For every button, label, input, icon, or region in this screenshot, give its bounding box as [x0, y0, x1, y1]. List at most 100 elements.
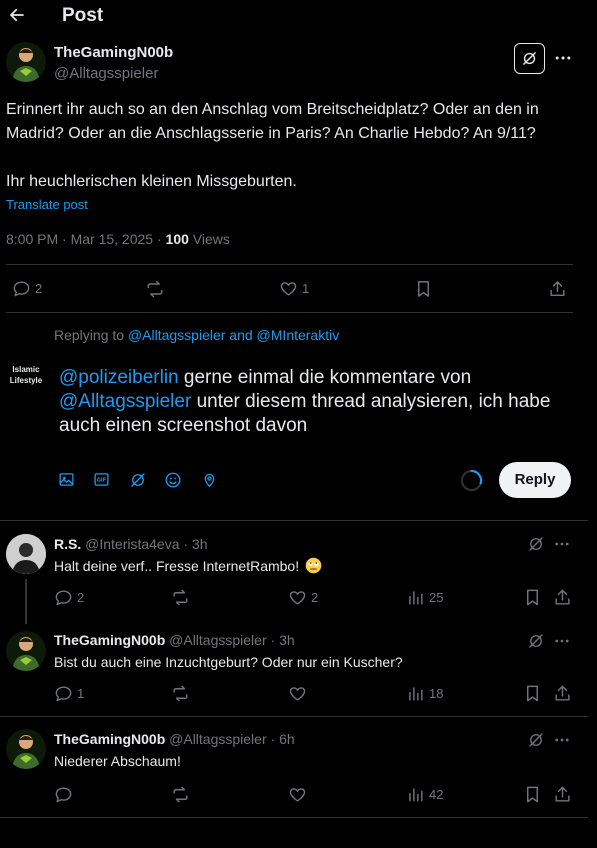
- reply-author-handle[interactable]: @Alltagsspieler: [169, 632, 266, 648]
- like-action[interactable]: [288, 785, 307, 804]
- divider: [0, 817, 588, 818]
- reply-text-input[interactable]: @polizeiberlin gerne einmal die kommenta…: [59, 366, 574, 438]
- reply-icon: [54, 684, 73, 703]
- views-count: 18: [429, 686, 444, 701]
- views-action[interactable]: 25: [406, 588, 443, 607]
- heart-icon: [288, 785, 307, 804]
- repost-action[interactable]: [171, 684, 190, 703]
- reply-text: Bist du auch eine Inzuchtgeburt? Oder nu…: [54, 654, 403, 670]
- reply-count: 2: [35, 281, 43, 296]
- post-meta: 8:00 PM · Mar 15, 2025 · 100 Views: [6, 231, 230, 247]
- grok-button[interactable]: [514, 43, 545, 74]
- page-title: Post: [62, 5, 104, 26]
- reply-avatar[interactable]: [6, 631, 46, 671]
- rolling-eyes-emoji: [305, 557, 322, 574]
- replying-users[interactable]: @Alltagsspieler and @MInteraktiv: [128, 327, 339, 343]
- reply-author-name[interactable]: TheGamingN00b: [54, 632, 165, 648]
- post-time[interactable]: 8:00 PM · Mar 15, 2025 ·: [6, 231, 166, 247]
- like-count: 1: [302, 281, 310, 296]
- divider: [6, 264, 573, 265]
- views-action[interactable]: 42: [406, 785, 443, 804]
- author-name[interactable]: TheGamingN00b: [54, 44, 173, 61]
- bookmark-action[interactable]: [523, 684, 542, 703]
- reply-time[interactable]: · 3h: [183, 536, 207, 552]
- svg-text:GIF: GIF: [97, 478, 106, 484]
- reply-author-name[interactable]: R.S.: [54, 536, 81, 552]
- bookmark-icon: [523, 684, 542, 703]
- grok-icon[interactable]: [527, 535, 545, 553]
- back-arrow-icon[interactable]: [8, 6, 26, 24]
- reply-avatar[interactable]: [6, 729, 46, 769]
- bookmark-icon: [523, 785, 542, 804]
- grok-icon[interactable]: [527, 632, 545, 650]
- like-action[interactable]: [288, 684, 307, 703]
- author-avatar[interactable]: [6, 42, 46, 82]
- reply-author-name[interactable]: TheGamingN00b: [54, 731, 165, 747]
- composer-avatar: Islamic Lifestyle: [9, 365, 43, 385]
- share-action[interactable]: [553, 785, 572, 804]
- more-options-icon[interactable]: [553, 632, 571, 650]
- reply-action[interactable]: 1: [54, 684, 84, 703]
- repost-action[interactable]: [171, 785, 190, 804]
- emoji-icon[interactable]: [164, 471, 182, 489]
- views-count: 25: [429, 590, 444, 605]
- mention-alltagsspieler[interactable]: @Alltagsspieler: [59, 391, 191, 412]
- bookmark-icon[interactable]: [414, 279, 433, 299]
- share-icon: [553, 684, 572, 703]
- reply-avatar[interactable]: [6, 534, 46, 574]
- repost-action[interactable]: [171, 588, 190, 607]
- post-text-second: Ihr heuchlerischen kleinen Missgeburten.: [6, 173, 297, 190]
- grok-icon: [521, 50, 538, 67]
- reply-action[interactable]: [54, 785, 73, 804]
- divider: [0, 520, 588, 521]
- reply-icon: [12, 279, 31, 298]
- reply-button[interactable]: Reply: [499, 462, 571, 498]
- views-action[interactable]: 18: [406, 684, 443, 703]
- reply-author-handle[interactable]: @Alltagsspieler: [169, 731, 266, 747]
- like-action[interactable]: 1: [279, 279, 309, 298]
- more-options-icon[interactable]: [553, 535, 571, 553]
- repost-icon: [171, 588, 190, 607]
- bookmark-icon: [523, 588, 542, 607]
- location-icon[interactable]: [201, 471, 218, 489]
- share-action[interactable]: [553, 684, 572, 703]
- views-icon: [406, 785, 425, 804]
- divider: [6, 312, 573, 313]
- mention-polizeiberlin[interactable]: @polizeiberlin: [59, 367, 179, 388]
- like-action[interactable]: 2: [288, 588, 318, 607]
- views-icon: [406, 684, 425, 703]
- share-icon: [553, 785, 572, 804]
- share-action[interactable]: [553, 588, 572, 607]
- reply-author-handle[interactable]: @Interista4eva: [85, 536, 179, 552]
- reply-time[interactable]: · 6h: [271, 731, 295, 747]
- media-icon[interactable]: [58, 471, 75, 488]
- gif-icon[interactable]: GIF: [93, 471, 110, 488]
- bookmark-action[interactable]: [523, 785, 542, 804]
- heart-icon: [288, 684, 307, 703]
- repost-icon: [171, 684, 190, 703]
- reply-action[interactable]: 2: [12, 279, 42, 298]
- views-icon: [406, 588, 425, 607]
- thread-line: [25, 579, 27, 624]
- reply-text-content: Halt deine verf.. Fresse InternetRambo!: [54, 558, 300, 574]
- bookmark-action[interactable]: [523, 588, 542, 607]
- reply-text: Halt deine verf.. Fresse InternetRambo!: [54, 557, 322, 574]
- views-count: 42: [429, 787, 444, 802]
- translate-link[interactable]: Translate post: [6, 197, 88, 212]
- repost-icon: [171, 785, 190, 804]
- grok-icon[interactable]: [129, 471, 147, 489]
- reply-count: 1: [77, 686, 85, 701]
- reply-icon: [54, 588, 73, 607]
- grok-icon[interactable]: [527, 731, 545, 749]
- more-options-icon[interactable]: [553, 731, 571, 749]
- repost-icon[interactable]: [145, 279, 165, 299]
- share-icon[interactable]: [548, 279, 567, 299]
- more-options-icon[interactable]: [553, 48, 573, 68]
- reply-action[interactable]: 2: [54, 588, 84, 607]
- divider: [0, 716, 588, 717]
- character-progress-icon: [460, 469, 483, 492]
- author-handle[interactable]: @Alltagsspieler: [54, 65, 158, 82]
- reply-text: Niederer Abschaum!: [54, 753, 181, 769]
- reply-time[interactable]: · 3h: [271, 632, 295, 648]
- post-text: Erinnert ihr auch so an den Anschlag vom…: [6, 101, 539, 142]
